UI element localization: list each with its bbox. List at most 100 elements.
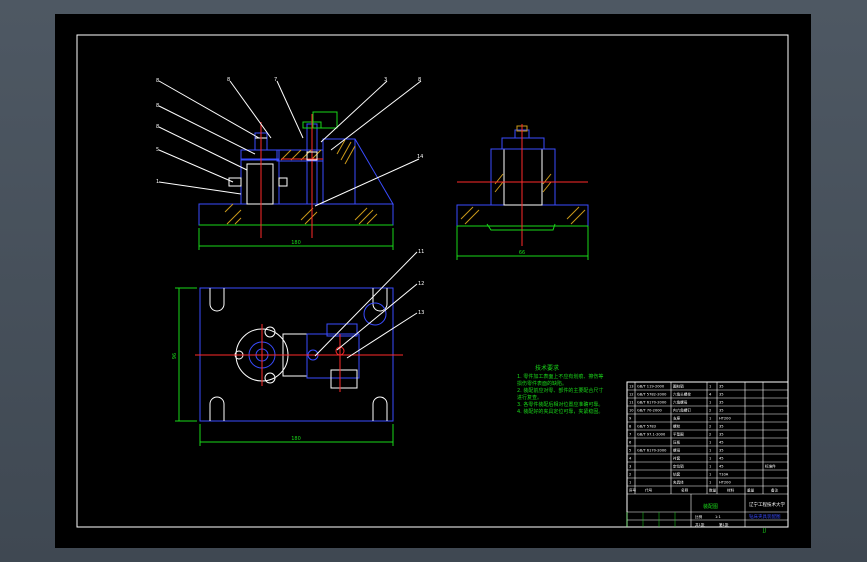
part-code: GB/T 6170-2000: [637, 401, 667, 405]
plan-view: 180 96: [172, 251, 418, 446]
part-number: 10: [629, 409, 634, 413]
balloon-label: 3: [384, 77, 387, 83]
hatch-base: [224, 203, 378, 225]
part-name: 六角螺母: [673, 400, 688, 405]
balloon-label: 1: [156, 179, 159, 185]
part-qty: 1: [709, 481, 711, 485]
notes-line: 1. 零件加工表面上不应有划痕、擦伤等: [517, 373, 603, 380]
part-code: GB/T 5782-2000: [637, 393, 667, 397]
part-number: 1: [629, 481, 631, 485]
part-number: 6: [629, 441, 632, 445]
part-number: 4: [629, 457, 632, 461]
balloon-label: 8: [156, 103, 159, 109]
part-material: 45: [719, 457, 724, 461]
part-material: 35: [719, 433, 724, 437]
scale-label: 比例: [695, 514, 703, 519]
part-qty: 1: [709, 465, 711, 469]
dim-plan-width-label: 180: [291, 436, 301, 442]
part-number: 3: [629, 465, 631, 469]
balloon-label: 8: [156, 78, 159, 84]
part-qty: 2: [709, 425, 711, 429]
balloon-label: 8: [156, 124, 159, 130]
balloon-label: 14: [417, 154, 423, 160]
title-block: 13 GB/T 119-2000 圆柱销 1 3512 GB/T 5782-2000 六角头…: [626, 381, 789, 534]
notes-line: 进行复查。: [517, 394, 542, 401]
part-code: GB/T 6170-2000: [637, 449, 667, 453]
part-name: 平垫圈: [673, 432, 684, 437]
part-material: 35: [719, 409, 724, 413]
drawing-code: JJ: [762, 528, 766, 534]
part-qty: 2: [709, 433, 711, 437]
dim-side-width-label: 66: [519, 250, 525, 256]
part-qty: 2: [709, 409, 711, 413]
header-code: 代号: [645, 488, 653, 493]
standard-note: 标准件: [765, 464, 776, 469]
front-view: 180: [158, 80, 422, 250]
balloon-label: 7: [274, 77, 277, 83]
header-note: 备注: [771, 488, 779, 493]
part-name: 内六角螺钉: [673, 408, 691, 413]
part-name: 夹具体: [673, 480, 684, 485]
notes-line: 损伤零件表面的缺陷。: [517, 380, 567, 387]
balloon-label: 5: [156, 147, 159, 153]
header-qty: 数量: [709, 488, 717, 493]
part-code: GB/T 97.1-2000: [637, 433, 666, 437]
part-number: 13: [629, 385, 634, 389]
part-number: 12: [629, 393, 634, 397]
balloon-label: 8: [227, 77, 230, 83]
part-qty: 1: [709, 473, 711, 477]
header-weight: 重量: [747, 488, 755, 493]
part-number: 5: [629, 449, 631, 453]
cad-viewport[interactable]: 180 8 8 8 5 1 8 7 3 8 14 66 180 96 11 12…: [0, 0, 867, 562]
part-qty: 1: [709, 401, 711, 405]
part-qty: 1: [709, 441, 711, 445]
stamp-label: 装配图: [703, 503, 718, 510]
part-material: 35: [719, 401, 724, 405]
balloon-label: 8: [418, 77, 421, 83]
part-name: 圆柱销: [673, 384, 684, 389]
balloon-label: 12: [418, 281, 424, 287]
part-material: 45: [719, 441, 724, 445]
part-number: 2: [629, 473, 631, 477]
part-number: 8: [629, 425, 632, 429]
part-material: T10A: [718, 473, 729, 477]
part-name: 钻套: [673, 472, 681, 477]
side-view: 66: [456, 124, 589, 260]
cad-drawing-canvas: 180 8 8 8 5 1 8 7 3 8 14 66 180 96 11 12…: [76, 34, 789, 534]
part-number: 7: [629, 433, 631, 437]
part-name: 螺母: [673, 448, 681, 453]
part-material: 45: [719, 465, 724, 469]
balloon-label: 13: [418, 310, 424, 316]
part-material: 35: [719, 425, 724, 429]
front-balloons: 8 8 8 5 1 8 7 3 8 14: [156, 77, 423, 185]
part-material: HT200: [719, 481, 731, 485]
part-material: 35: [719, 385, 724, 389]
part-number: 9: [629, 417, 632, 421]
part-qty: 1: [709, 449, 711, 453]
part-code: GB/T 119-2000: [637, 385, 665, 389]
part-code: GB/T 5783: [637, 425, 656, 429]
notes-line: 2. 装配前应对零、部件的主要配合尺寸: [517, 387, 603, 394]
plan-balloons: 11 12 13: [418, 249, 424, 316]
part-qty: 4: [709, 393, 712, 397]
part-name: 压板: [673, 440, 681, 445]
part-material: 35: [719, 393, 724, 397]
dim-plan-height-label: 96: [172, 353, 178, 359]
part-qty: 1: [709, 385, 711, 389]
part-material: 35: [719, 449, 724, 453]
header-name: 名称: [681, 488, 689, 493]
part-name: 六角头螺栓: [673, 392, 691, 397]
part-name: 支座: [673, 416, 681, 421]
part-name: 定位销: [673, 464, 684, 469]
sheet-total: 共1张: [695, 522, 705, 527]
balloon-label: 11: [418, 249, 424, 255]
scale-value: 1:1: [715, 515, 721, 519]
part-name: 衬套: [673, 456, 681, 461]
part-qty: 1: [709, 457, 711, 461]
dim-front-width-label: 180: [291, 240, 301, 246]
drawing-name: 钻床夹具装配图: [749, 513, 781, 520]
school-name: 辽宁工程技术大学: [749, 501, 785, 508]
header-material: 材料: [727, 488, 735, 493]
notes-title: 技术要求: [535, 364, 559, 372]
part-material: HT200: [719, 417, 731, 421]
